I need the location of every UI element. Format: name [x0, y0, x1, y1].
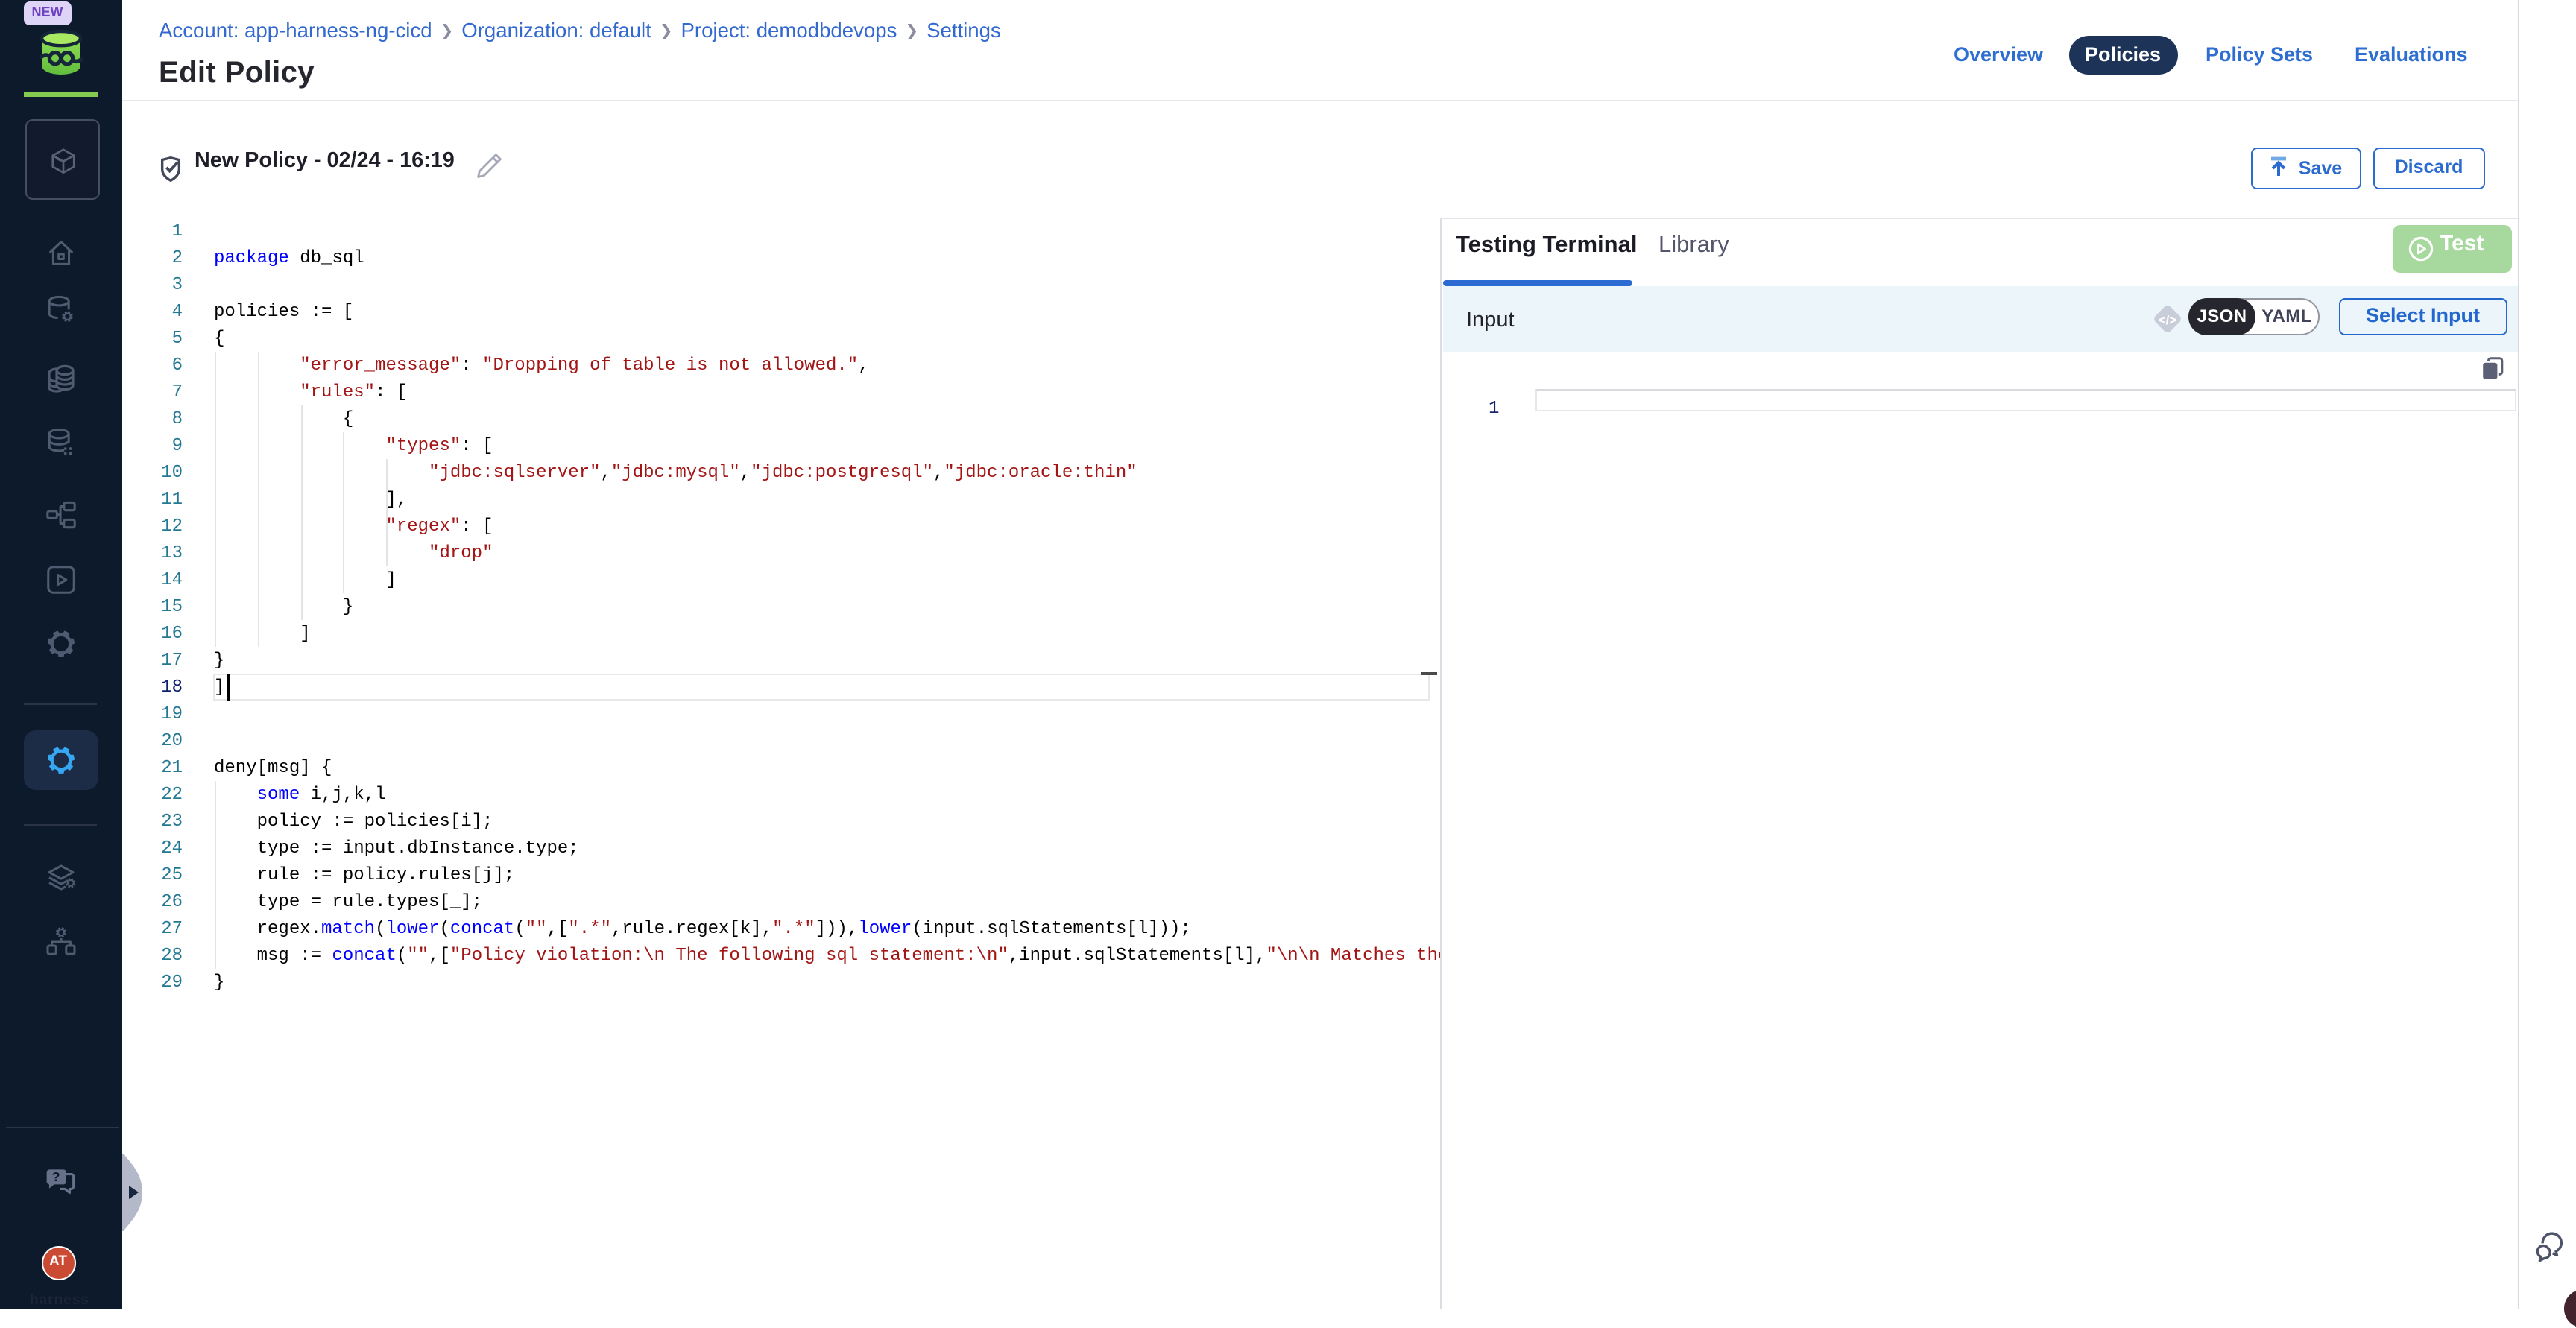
svg-text:</>: </>	[2158, 313, 2176, 327]
svg-text:?: ?	[51, 1169, 60, 1184]
